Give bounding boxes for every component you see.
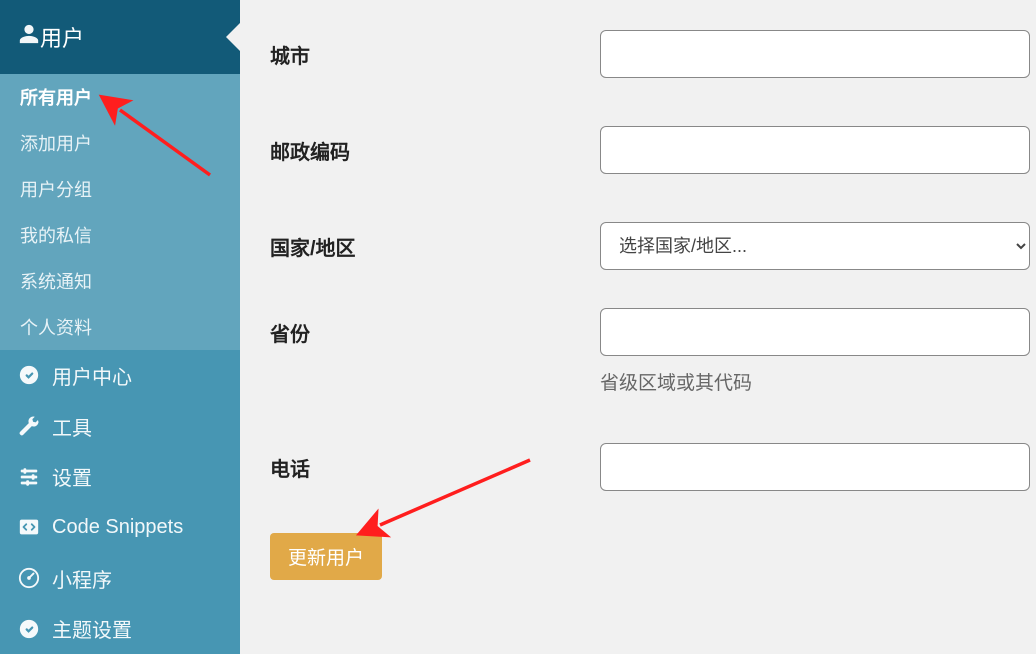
- phone-input[interactable]: [600, 443, 1030, 491]
- sliders-icon: [18, 466, 46, 488]
- submenu-add-user[interactable]: 添加用户: [0, 120, 240, 166]
- gauge-icon: [18, 567, 46, 589]
- sidebar-item-miniprogram[interactable]: 小程序: [0, 553, 240, 604]
- label-phone: 电话: [270, 443, 600, 482]
- update-user-button[interactable]: 更新用户: [270, 533, 382, 580]
- submenu-my-messages[interactable]: 我的私信: [0, 212, 240, 258]
- label-city: 城市: [270, 30, 600, 69]
- province-input[interactable]: [600, 308, 1030, 356]
- sidebar-submenu: 所有用户 添加用户 用户分组 我的私信 系统通知 个人资料: [0, 74, 240, 350]
- sidebar-item-label: 工具: [52, 412, 92, 441]
- city-input[interactable]: [600, 30, 1030, 78]
- sidebar-item-label: 设置: [52, 462, 92, 491]
- sidebar-item-settings[interactable]: 设置: [0, 451, 240, 502]
- submenu-system-notices[interactable]: 系统通知: [0, 258, 240, 304]
- postcode-input[interactable]: [600, 126, 1030, 174]
- sidebar-item-tools[interactable]: 工具: [0, 401, 240, 452]
- check-circle-icon: [18, 364, 46, 386]
- country-select[interactable]: 选择国家/地区...: [600, 222, 1030, 270]
- user-edit-form: 城市 邮政编码 国家/地区 选择国家/地区... 省份 省级区域或其代码: [240, 0, 1036, 654]
- sidebar-item-user-center[interactable]: 用户中心: [0, 350, 240, 401]
- active-menu-notch: [226, 23, 240, 51]
- sidebar-item-label: Code Snippets: [52, 516, 183, 539]
- sidebar-current-users[interactable]: 用户: [0, 0, 240, 74]
- label-postcode: 邮政编码: [270, 126, 600, 165]
- row-province: 省份 省级区域或其代码: [270, 308, 1036, 395]
- province-helper-text: 省级区域或其代码: [600, 368, 1036, 395]
- label-province: 省份: [270, 308, 600, 347]
- sidebar-current-label: 用户: [40, 21, 84, 53]
- sidebar-item-theme-settings[interactable]: 主题设置: [0, 603, 240, 654]
- admin-sidebar: 用户 所有用户 添加用户 用户分组 我的私信 系统通知 个人资料 用户中心 工具: [0, 0, 240, 654]
- wrench-icon: [18, 415, 46, 437]
- row-country: 国家/地区 选择国家/地区...: [270, 222, 1036, 270]
- sidebar-item-label: 主题设置: [52, 614, 132, 643]
- submenu-user-groups[interactable]: 用户分组: [0, 166, 240, 212]
- sidebar-item-code-snippets[interactable]: Code Snippets: [0, 502, 240, 553]
- submenu-all-users[interactable]: 所有用户: [0, 74, 240, 120]
- user-icon: [18, 23, 40, 51]
- label-country: 国家/地区: [270, 222, 600, 261]
- sidebar-item-label: 小程序: [52, 564, 112, 593]
- sidebar-item-label: 用户中心: [52, 361, 132, 390]
- submenu-profile[interactable]: 个人资料: [0, 304, 240, 350]
- check-circle-icon: [18, 618, 46, 640]
- code-icon: [18, 516, 46, 538]
- row-city: 城市: [270, 30, 1036, 78]
- row-phone: 电话: [270, 443, 1036, 491]
- row-postcode: 邮政编码: [270, 126, 1036, 174]
